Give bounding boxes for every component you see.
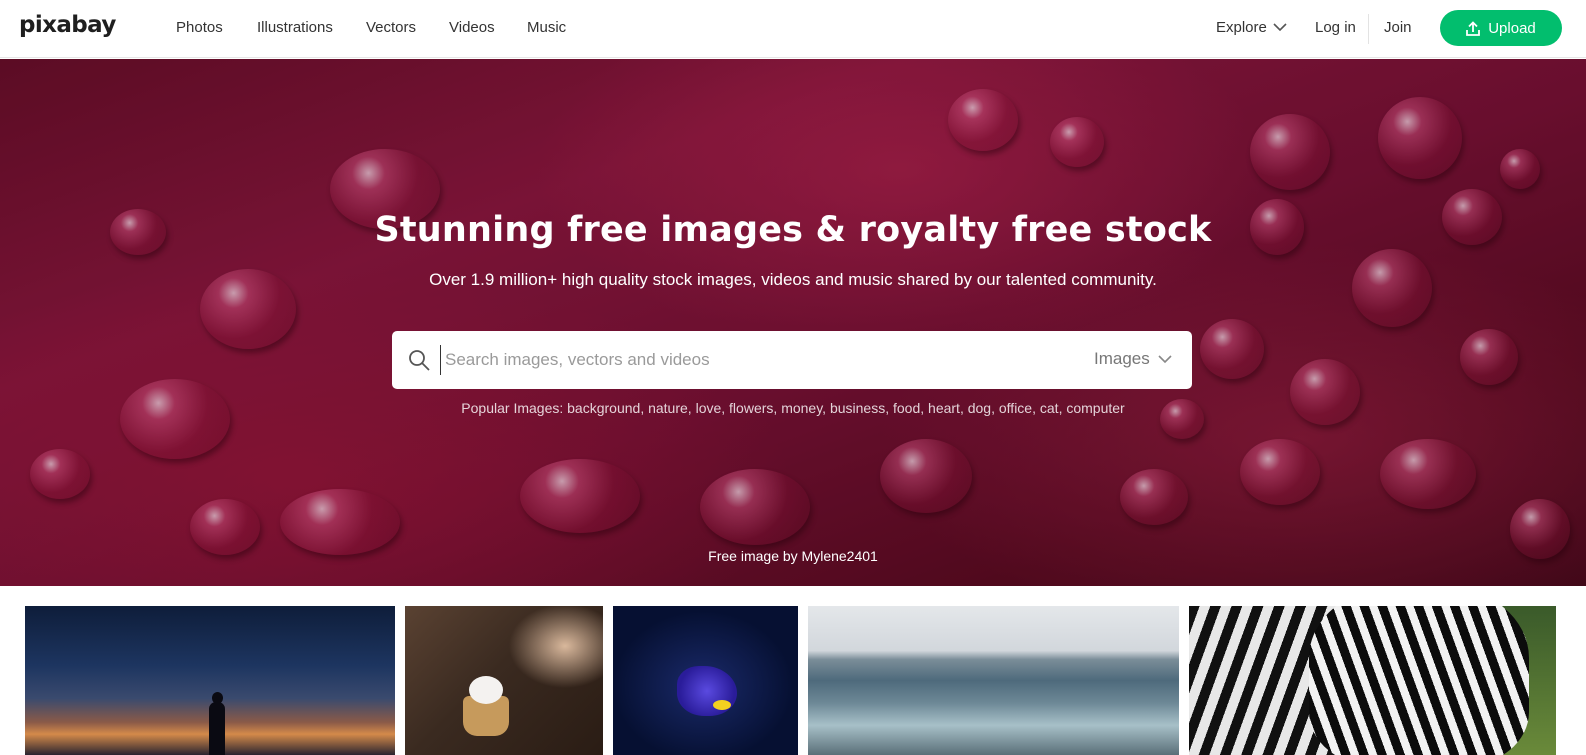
upload-label: Upload (1488, 19, 1536, 37)
popular-tag-nature[interactable]: nature (648, 400, 688, 416)
search-icon[interactable] (407, 348, 431, 372)
image-thumb-ocean[interactable] (808, 606, 1179, 755)
top-navbar: pixabay Photos Illustrations Vectors Vid… (0, 0, 1586, 58)
popular-tag-food[interactable]: food (893, 400, 920, 416)
popular-tag-computer[interactable]: computer (1066, 400, 1124, 416)
hero-subtitle: Over 1.9 million+ high quality stock ima… (429, 270, 1157, 289)
image-thumb-zebra[interactable] (1189, 606, 1556, 755)
nav-videos[interactable]: Videos (449, 19, 495, 36)
login-link[interactable]: Log in (1315, 19, 1356, 36)
popular-tag-heart[interactable]: heart (928, 400, 960, 416)
image-grid (0, 606, 1586, 755)
hero-title: Stunning free images & royalty free stoc… (374, 210, 1212, 250)
hero-overlay (0, 59, 1586, 586)
popular-searches: Popular Images: background, nature, love… (461, 400, 1125, 416)
popular-label: Popular Images: (461, 400, 564, 416)
explore-menu[interactable]: Explore (1216, 19, 1287, 36)
upload-icon (1466, 20, 1481, 36)
search-type-dropdown[interactable]: Images (1094, 349, 1172, 369)
popular-tag-money[interactable]: money (781, 400, 822, 416)
upload-button[interactable]: Upload (1440, 10, 1562, 46)
nav-illustrations[interactable]: Illustrations (257, 19, 333, 36)
pixabay-logo[interactable]: pixabay (19, 12, 116, 38)
hero-banner: Stunning free images & royalty free stoc… (0, 59, 1586, 586)
popular-tag-dog[interactable]: dog (968, 400, 991, 416)
popular-tag-office[interactable]: office (999, 400, 1032, 416)
chevron-down-icon (1158, 354, 1172, 363)
popular-tag-background[interactable]: background (567, 400, 640, 416)
chevron-down-icon (1273, 23, 1287, 32)
image-credit[interactable]: Free image by Mylene2401 (0, 548, 1586, 564)
header-divider (1368, 14, 1369, 44)
silhouette-body (209, 702, 225, 755)
search-bar: Images (392, 331, 1192, 389)
iris-yellow-mark (713, 700, 731, 710)
search-type-label: Images (1094, 349, 1150, 368)
zebra-head (1309, 606, 1529, 755)
image-thumb-iris-flower[interactable] (613, 606, 798, 755)
popular-tag-business[interactable]: business (830, 400, 885, 416)
nav-photos[interactable]: Photos (176, 19, 223, 36)
popular-tag-flowers[interactable]: flowers (729, 400, 773, 416)
popular-tag-love[interactable]: love (696, 400, 722, 416)
image-thumb-sunset-person[interactable] (25, 606, 395, 755)
search-input[interactable] (440, 345, 1040, 375)
cupcake-top-shape (469, 676, 503, 704)
popular-tag-cat[interactable]: cat (1040, 400, 1059, 416)
join-link[interactable]: Join (1384, 19, 1412, 36)
explore-label: Explore (1216, 19, 1267, 36)
nav-vectors[interactable]: Vectors (366, 19, 416, 36)
nav-music[interactable]: Music (527, 19, 566, 36)
image-thumb-cupcake[interactable] (405, 606, 603, 755)
